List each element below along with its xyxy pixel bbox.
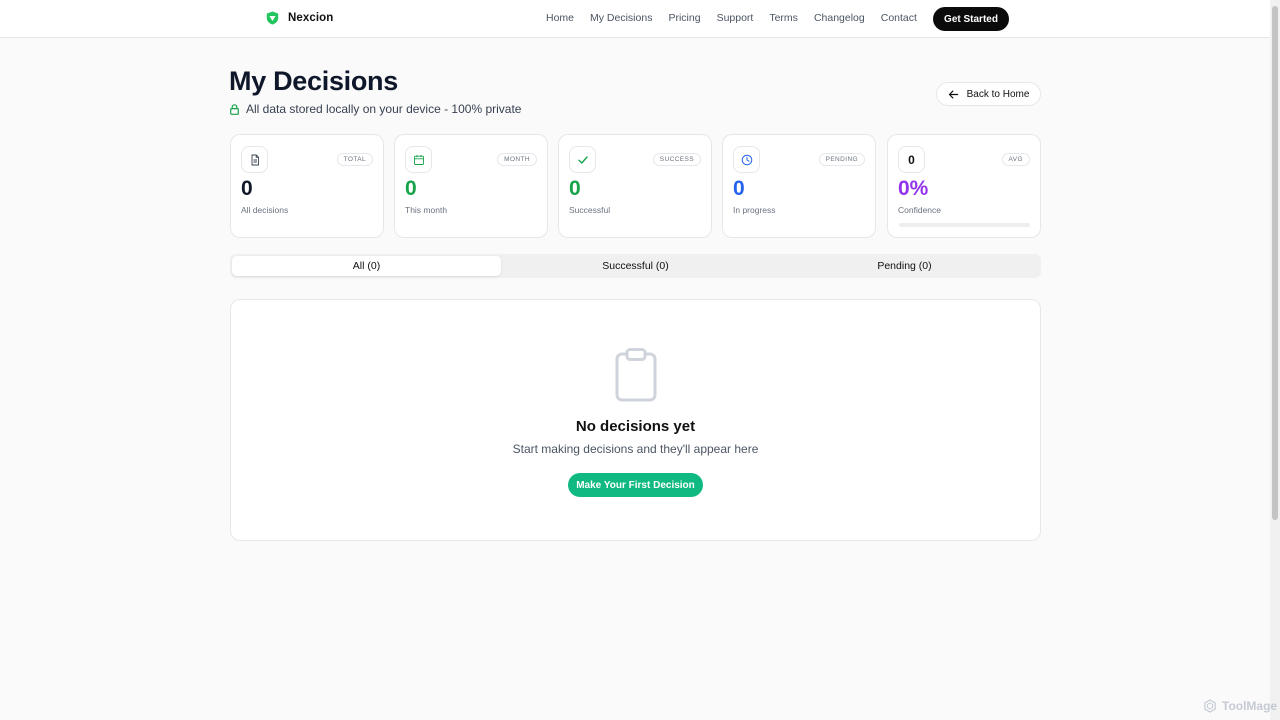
main-nav: Home My Decisions Pricing Support Terms … [546,12,917,24]
stat-icon-box [241,146,268,173]
calendar-icon [413,154,424,165]
stat-label: This month [405,205,448,215]
document-icon [251,154,259,165]
stat-card-pending: PENDING 0 In progress [722,134,876,238]
stat-value: 0 [405,177,417,200]
confidence-progress-bar [899,223,1030,227]
empty-state-subtitle: Start making decisions and they'll appea… [512,442,759,456]
stat-badge: MONTH [497,153,537,166]
stat-label: Successful [569,205,611,215]
stat-badge: AVG [1001,153,1030,166]
page-title: My Decisions [229,66,398,96]
stat-label: All decisions [241,205,289,215]
stat-value: 0 [733,177,745,200]
back-to-home-button[interactable]: Back to Home [936,82,1041,106]
decision-filter-tabs: All (0) Successful (0) Pending (0) [230,254,1041,278]
tab-successful[interactable]: Successful (0) [501,256,770,276]
vertical-scrollbar[interactable] [1270,0,1280,720]
nav-link-support[interactable]: Support [717,12,754,24]
back-to-home-label: Back to Home [966,88,1030,100]
clipboard-icon [615,348,657,402]
stat-card-month: MONTH 0 This month [394,134,548,238]
stat-badge: TOTAL [336,153,373,166]
scrollbar-thumb[interactable] [1272,6,1278,520]
nav-link-home[interactable]: Home [546,12,574,24]
brand-name: Nexcion [288,12,334,24]
tab-all[interactable]: All (0) [232,256,501,276]
stat-badge: PENDING [818,153,865,166]
stat-card-confidence: 0 AVG 0% Confidence [887,134,1041,238]
make-first-decision-button[interactable]: Make Your First Decision [568,473,703,497]
empty-state-title: No decisions yet [575,418,696,435]
stat-card-success: SUCCESS 0 Successful [558,134,712,238]
stat-value: 0 [569,177,581,200]
stat-card-total: TOTAL 0 All decisions [230,134,384,238]
clock-icon [741,154,752,165]
stat-icon-box [569,146,596,173]
stat-label: Confidence [898,205,942,215]
brand[interactable]: Nexcion [266,11,333,25]
stat-icon-box [405,146,432,173]
empty-state-panel: No decisions yet Start making decisions … [230,299,1041,541]
stat-icon-box [733,146,760,173]
nav-link-contact[interactable]: Contact [881,12,917,24]
stat-label: In progress [733,205,776,215]
watermark-text: ToolMage [1222,699,1278,713]
arrow-left-icon [948,90,958,98]
check-icon [577,155,588,164]
get-started-button[interactable]: Get Started [933,7,1009,31]
nav-link-pricing[interactable]: Pricing [668,12,700,24]
privacy-text: All data stored locally on your device -… [246,102,522,116]
stat-value: 0% [898,177,929,200]
top-navigation-bar: Nexcion Home My Decisions Pricing Suppor… [0,0,1270,38]
shield-logo-icon [266,11,279,25]
nav-link-changelog[interactable]: Changelog [814,12,865,24]
toolmage-watermark: ToolMage [1203,699,1277,713]
privacy-notice: All data stored locally on your device -… [230,102,521,116]
lock-icon [230,103,239,115]
nav-link-my-decisions[interactable]: My Decisions [590,12,652,24]
tab-pending[interactable]: Pending (0) [770,256,1039,276]
avg-count-box: 0 [898,146,925,173]
toolmage-logo-icon [1204,699,1216,713]
stat-badge: SUCCESS [652,153,701,166]
stat-value: 0 [241,177,253,200]
nav-link-terms[interactable]: Terms [769,12,798,24]
